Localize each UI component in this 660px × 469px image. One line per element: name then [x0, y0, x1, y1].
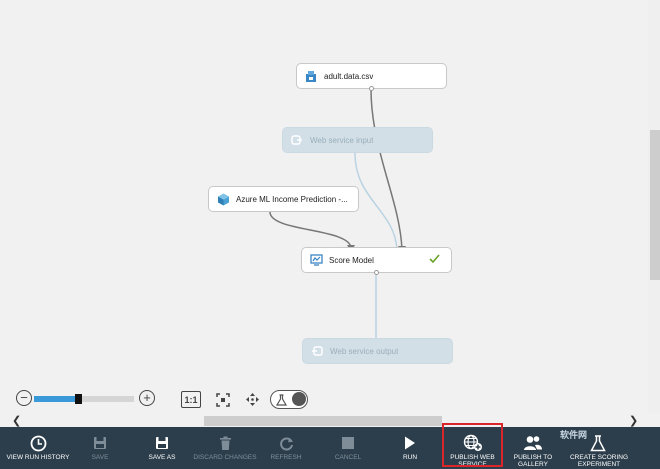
node-label: Score Model	[329, 255, 374, 265]
checkmark-icon	[429, 254, 440, 265]
output-port[interactable]	[374, 270, 379, 275]
flask-gear-icon	[590, 433, 608, 453]
cancel-button[interactable]: CANCEL	[331, 427, 365, 469]
view-run-history-button[interactable]: VIEW RUN HISTORY	[4, 427, 72, 469]
vertical-scrollbar-thumb[interactable]	[650, 130, 660, 280]
users-icon	[523, 433, 543, 453]
edge-input-to-score	[354, 152, 398, 251]
score-model-icon	[309, 253, 323, 267]
floppy-icon	[155, 433, 169, 453]
button-label: REFRESH	[270, 454, 302, 461]
button-label: SAVE AS	[148, 454, 176, 461]
button-label: VIEW RUN HISTORY	[6, 454, 70, 461]
experiment-canvas[interactable]: adult.data.csv Web service input Azure M…	[0, 0, 660, 413]
discard-changes-button[interactable]: DISCARD CHANGES	[193, 427, 257, 469]
button-label: CANCEL	[334, 454, 362, 461]
dataset-node[interactable]: adult.data.csv	[296, 63, 447, 91]
button-label: PUBLISH TO GALLERY	[513, 454, 553, 468]
zoom-slider-handle[interactable]	[75, 394, 82, 404]
zoom-in-button[interactable]: +	[139, 390, 155, 406]
node-label: Web service output	[330, 346, 399, 356]
toggle-knob	[292, 392, 306, 406]
watermark: 软件网	[560, 430, 588, 440]
save-as-button[interactable]: SAVE AS	[145, 427, 179, 469]
fit-to-screen-button[interactable]	[214, 391, 232, 408]
zoom-slider-fill	[34, 396, 76, 402]
actual-size-button[interactable]: 1:1	[181, 391, 201, 408]
highlight-box	[442, 423, 503, 467]
node-label: adult.data.csv	[324, 71, 374, 81]
floppy-icon	[93, 433, 107, 453]
node-label: Web service input	[310, 135, 374, 145]
output-port[interactable]	[369, 86, 374, 91]
button-label: SAVE	[91, 454, 109, 461]
move-arrows-icon	[245, 393, 259, 406]
scroll-right-icon[interactable]: ❯	[629, 414, 638, 427]
web-service-input-node[interactable]: Web service input	[282, 127, 433, 153]
flask-icon	[275, 393, 288, 411]
zoom-out-button[interactable]: −	[16, 390, 32, 406]
model-cube-icon	[216, 192, 230, 206]
edge-model-to-score	[269, 211, 352, 249]
publish-to-gallery-button[interactable]: PUBLISH TO GALLERY	[508, 427, 558, 469]
score-model-node[interactable]: Score Model	[301, 247, 452, 275]
trained-model-node[interactable]: Azure ML Income Prediction -...	[208, 186, 359, 212]
web-input-icon	[290, 133, 304, 147]
web-output-icon	[310, 344, 324, 358]
refresh-icon	[279, 433, 294, 453]
refresh-button[interactable]: REFRESH	[268, 427, 304, 469]
run-button[interactable]: RUN	[396, 427, 424, 469]
web-service-output-node[interactable]: Web service output	[302, 338, 453, 364]
scroll-left-icon[interactable]: ❮	[12, 414, 21, 427]
dataset-icon	[304, 69, 318, 83]
trash-icon	[219, 433, 232, 453]
mode-toggle[interactable]	[270, 390, 308, 409]
button-label: RUN	[402, 454, 418, 461]
pan-button[interactable]	[243, 391, 261, 408]
edge-data-to-score	[370, 88, 403, 251]
clock-icon	[30, 433, 47, 453]
stop-icon	[342, 433, 354, 453]
zoom-control: − +	[16, 390, 158, 408]
play-icon	[404, 433, 416, 453]
button-label: DISCARD CHANGES	[193, 454, 257, 461]
horizontal-scrollbar-thumb[interactable]	[204, 416, 442, 426]
node-label: Azure ML Income Prediction -...	[236, 194, 348, 204]
button-label: CREATE SCORING EXPERIMENT	[569, 454, 629, 468]
save-button[interactable]: SAVE	[85, 427, 115, 469]
fit-screen-icon	[216, 392, 230, 407]
